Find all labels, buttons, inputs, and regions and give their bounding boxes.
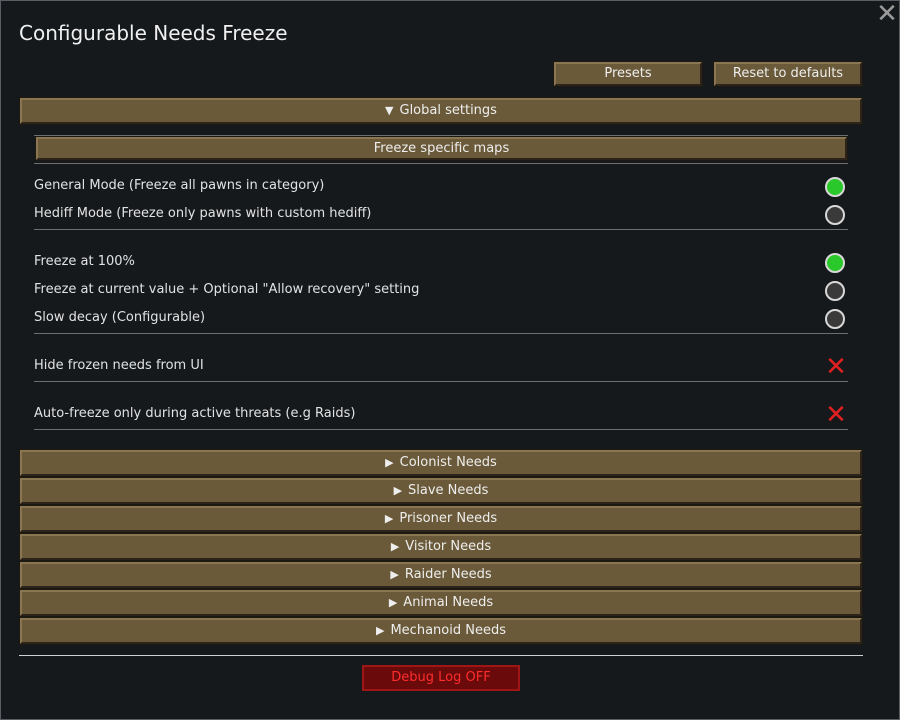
triangle-right-icon: ▶ [393,484,403,497]
triangle-down-icon: ▼ [385,104,394,117]
freeze-current-label: Freeze at current value + Optional "Allo… [34,282,420,297]
triangle-right-icon: ▶ [388,596,398,609]
global-settings-header[interactable]: ▼ Global settings [20,98,862,124]
presets-button[interactable]: Presets [554,62,702,86]
hediff-mode-label: Hediff Mode (Freeze only pawns with cust… [34,206,372,221]
freeze-100-option[interactable]: Freeze at 100% [34,248,848,276]
section-label: Mechanoid Needs [390,623,506,638]
general-mode-radio[interactable] [825,177,845,197]
prisoner-needs-header[interactable]: ▶ Prisoner Needs [20,506,862,532]
slave-needs-header[interactable]: ▶ Slave Needs [20,478,862,504]
raider-needs-header[interactable]: ▶ Raider Needs [20,562,862,588]
auto-freeze-toggle-red-x-icon[interactable]: ✕ [824,402,848,428]
freeze-100-radio[interactable] [825,253,845,273]
section-label: Animal Needs [403,595,494,610]
triangle-right-icon: ▶ [376,624,385,637]
auto-freeze-option[interactable]: Auto-freeze only during active threats (… [34,400,848,428]
section-label: Colonist Needs [399,455,497,470]
triangle-right-icon: ▶ [390,568,399,581]
animal-needs-header[interactable]: ▶ Animal Needs [20,590,862,616]
general-mode-option[interactable]: General Mode (Freeze all pawns in catego… [34,172,848,200]
divider [34,381,848,382]
section-label: Raider Needs [404,567,492,582]
auto-freeze-label: Auto-freeze only during active threats (… [34,406,356,421]
divider [34,163,848,164]
global-settings-label: Global settings [399,103,497,118]
slow-decay-label: Slow decay (Configurable) [34,310,206,325]
section-label: Slave Needs [408,483,489,498]
hediff-mode-option[interactable]: Hediff Mode (Freeze only pawns with cust… [34,200,848,228]
slow-decay-radio[interactable] [825,309,845,329]
general-mode-label: General Mode (Freeze all pawns in catego… [34,178,325,193]
freeze-current-radio[interactable] [825,281,845,301]
colonist-needs-header[interactable]: ▶ Colonist Needs [20,450,862,476]
freeze-100-label: Freeze at 100% [34,254,135,269]
reset-defaults-button[interactable]: Reset to defaults [714,62,862,86]
triangle-right-icon: ▶ [384,512,394,525]
mechanoid-needs-header[interactable]: ▶ Mechanoid Needs [20,618,862,644]
settings-window: ✕ Configurable Needs Freeze Presets Rese… [0,0,900,720]
divider [34,429,848,430]
freeze-specific-maps-button[interactable]: Freeze specific maps [36,137,847,160]
debug-log-toggle-button[interactable]: Debug Log OFF [362,665,520,691]
section-label: Prisoner Needs [399,511,498,526]
freeze-current-option[interactable]: Freeze at current value + Optional "Allo… [34,276,848,304]
footer-divider [19,655,863,656]
hide-frozen-toggle-red-x-icon[interactable]: ✕ [824,354,848,380]
divider [34,333,848,334]
hide-frozen-option[interactable]: Hide frozen needs from UI [34,352,848,380]
section-label: Visitor Needs [405,539,492,554]
divider [34,135,848,136]
triangle-right-icon: ▶ [385,456,394,469]
hide-frozen-label: Hide frozen needs from UI [34,358,204,373]
window-title: Configurable Needs Freeze [19,21,288,45]
hediff-mode-radio[interactable] [825,205,845,225]
visitor-needs-header[interactable]: ▶ Visitor Needs [20,534,862,560]
slow-decay-option[interactable]: Slow decay (Configurable) [34,304,848,332]
divider [34,229,848,230]
close-icon[interactable]: ✕ [876,1,898,27]
triangle-right-icon: ▶ [390,540,400,553]
